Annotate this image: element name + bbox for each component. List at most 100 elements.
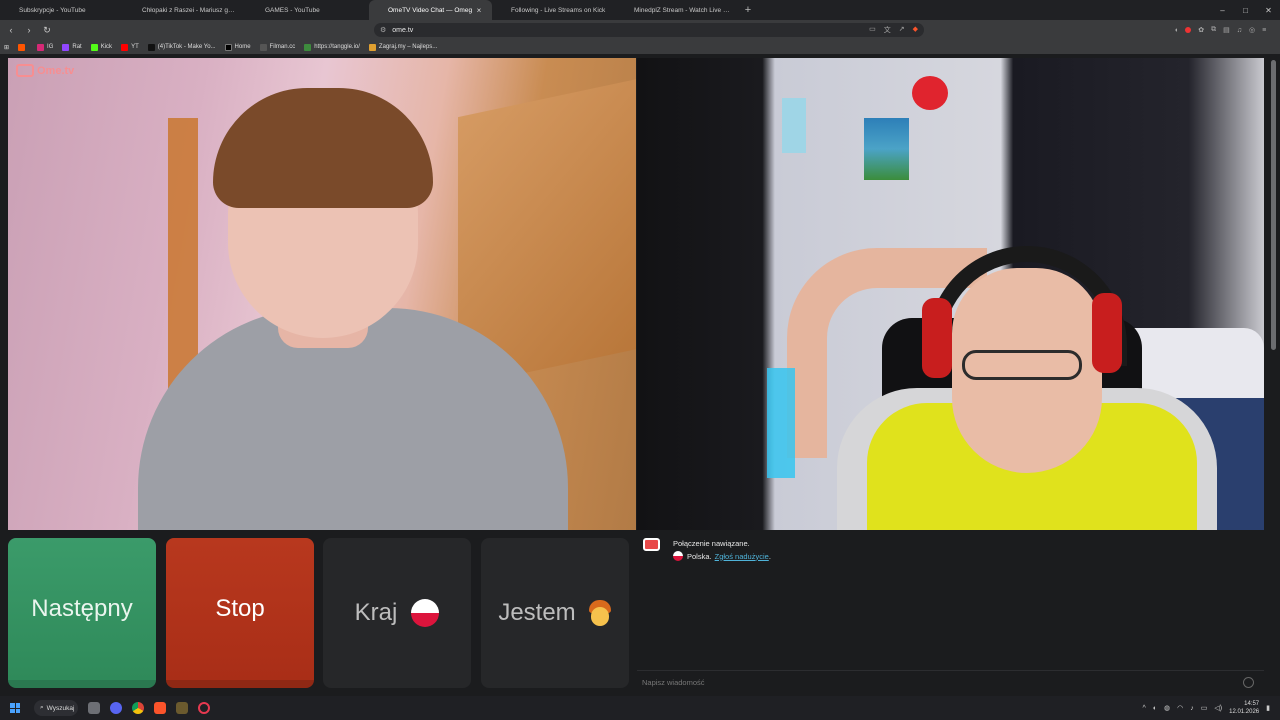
bookmark-label: YT bbox=[131, 44, 139, 50]
url-field[interactable]: ⚙ ome.tv ▭ 文 ↗ ◆ bbox=[374, 23, 924, 37]
network-icon[interactable]: ◍ bbox=[1164, 704, 1170, 712]
tab-2[interactable]: GAMES - YouTube bbox=[246, 0, 369, 20]
report-suffix: . bbox=[768, 551, 771, 561]
system-tray: ^ ◐ ◍ ◠ ♪ ▭ ◁) 14:57 12.01.2026 ▮ bbox=[1143, 700, 1280, 716]
stranger-country: Polska. bbox=[687, 551, 712, 561]
site-info-icon[interactable]: ⚙ bbox=[380, 26, 386, 34]
close-tab-icon[interactable]: × bbox=[474, 6, 484, 15]
youtube-icon bbox=[131, 7, 138, 14]
stop-label: Stop bbox=[215, 595, 265, 622]
record-icon[interactable] bbox=[1185, 27, 1192, 33]
task-view-icon[interactable] bbox=[88, 702, 100, 714]
bookmark-kick[interactable]: Kick bbox=[90, 43, 113, 51]
chrome-icon[interactable] bbox=[132, 702, 144, 714]
report-abuse-link[interactable]: Zgłoś nadużycie bbox=[715, 552, 769, 561]
message-input[interactable]: Napisz wiadomość bbox=[637, 670, 1264, 694]
glasses bbox=[962, 350, 1082, 380]
microphone-icon[interactable]: ♪ bbox=[1190, 705, 1194, 712]
vpn-icon[interactable]: ◎ bbox=[1249, 26, 1255, 34]
back-icon[interactable]: ‹ bbox=[4, 25, 18, 35]
tab-label: Subskrypcje - YouTube bbox=[19, 6, 86, 14]
tab-label: Following - Live Streams on Kick bbox=[511, 6, 606, 14]
taskbar-clock[interactable]: 14:57 12.01.2026 bbox=[1229, 700, 1259, 716]
omnibox-actions: ▭ 文 ↗ ◆ bbox=[869, 25, 918, 35]
poster-rooster bbox=[782, 98, 806, 153]
led-light bbox=[767, 368, 795, 478]
ometv-chat-icon bbox=[643, 538, 660, 551]
youtube-icon bbox=[121, 43, 129, 51]
bookmark-label: (4)TikTok - Make Yo... bbox=[157, 44, 216, 50]
stop-button[interactable]: Stop bbox=[166, 538, 314, 688]
next-button[interactable]: Następny bbox=[8, 538, 156, 688]
bookmark-label: Zagraj.my – Najleps... bbox=[378, 44, 438, 50]
bookmark-label: Kick bbox=[100, 44, 113, 50]
headset-ear-left bbox=[922, 298, 952, 378]
monitor-icon[interactable]: ▭ bbox=[1201, 704, 1208, 712]
sidebar-icon[interactable]: ▤ bbox=[1223, 26, 1230, 34]
x-icon bbox=[224, 43, 232, 51]
country-button[interactable]: Kraj bbox=[323, 538, 471, 688]
tab-label: MinedplZ Stream - Watch Live on bbox=[634, 6, 730, 14]
clock-time: 14:57 bbox=[1244, 701, 1260, 707]
puzzle-icon[interactable]: ⧉ bbox=[1211, 26, 1216, 34]
brave-icon[interactable] bbox=[154, 702, 166, 714]
tray-expand-icon[interactable]: ^ bbox=[1143, 705, 1146, 712]
taskbar-search[interactable]: ⌕ Wyszukaj bbox=[34, 700, 78, 716]
tab-5[interactable]: MinedplZ Stream - Watch Live on bbox=[615, 0, 738, 20]
bookmark-rat[interactable]: Rat bbox=[62, 43, 82, 51]
cast-icon[interactable]: ▭ bbox=[869, 25, 876, 35]
share-icon[interactable]: ↗ bbox=[899, 25, 905, 35]
gender-button[interactable]: Jestem bbox=[481, 538, 629, 688]
clock-date: 12.01.2026 bbox=[1229, 709, 1260, 715]
windows-start-icon[interactable] bbox=[10, 703, 20, 713]
bookmark-yt[interactable]: YT bbox=[121, 43, 139, 51]
tab-1[interactable]: Chłopaki z Raszei - Mariusz gardzi p bbox=[123, 0, 246, 20]
minimize-icon[interactable]: – bbox=[1211, 6, 1234, 15]
tab-label: GAMES - YouTube bbox=[265, 6, 320, 14]
extension-icon[interactable]: ✿ bbox=[1198, 26, 1204, 34]
bookmark-zagraj[interactable]: Zagraj.my – Najleps... bbox=[368, 43, 438, 51]
url-text: ome.tv bbox=[392, 26, 414, 34]
translate-icon[interactable]: 文 bbox=[884, 25, 891, 35]
maximize-icon[interactable]: □ bbox=[1234, 6, 1257, 15]
bookmark-icon bbox=[18, 43, 26, 51]
volume-icon[interactable]: ◁) bbox=[1214, 704, 1222, 712]
tab-3[interactable]: OmeTV Video Chat — Omeg × bbox=[369, 0, 492, 20]
discord-icon[interactable] bbox=[110, 702, 122, 714]
tab-0[interactable]: Subskrypcje - YouTube bbox=[0, 0, 123, 20]
zagraj-icon bbox=[368, 43, 376, 51]
page-scrollbar[interactable] bbox=[1271, 60, 1276, 350]
opera-gx-icon[interactable] bbox=[198, 702, 210, 714]
search-icon: ⌕ bbox=[40, 704, 44, 711]
minecraft-launcher-icon[interactable] bbox=[176, 702, 188, 714]
audio-icon[interactable]: ◖ bbox=[1174, 27, 1178, 34]
emoji-picker-icon[interactable] bbox=[1243, 677, 1254, 688]
youtube-icon bbox=[8, 7, 15, 14]
bookmark-ig[interactable]: IG bbox=[37, 43, 53, 51]
new-tab-icon[interactable]: + bbox=[738, 4, 758, 16]
menu-icon[interactable]: ≡ bbox=[1262, 27, 1266, 34]
tab-label: Chłopaki z Raszei - Mariusz gardzi p bbox=[142, 6, 238, 14]
headphones-icon[interactable]: ◠ bbox=[1177, 704, 1183, 712]
bookmark-filman[interactable]: Filman.cc bbox=[259, 43, 296, 51]
tab-4[interactable]: Following - Live Streams on Kick bbox=[492, 0, 615, 20]
local-video: Ome.tv bbox=[8, 58, 636, 530]
reload-icon[interactable]: ↻ bbox=[40, 25, 54, 36]
forward-icon[interactable]: › bbox=[22, 25, 36, 35]
bookmark-home[interactable]: Home bbox=[224, 43, 251, 51]
person-hair bbox=[213, 88, 433, 208]
youtube-icon bbox=[254, 7, 261, 14]
gender-label: Jestem bbox=[498, 599, 576, 626]
steam-icon[interactable]: ◐ bbox=[1153, 705, 1157, 712]
brave-shield-icon[interactable]: ◆ bbox=[913, 25, 918, 35]
bookmark-tanggle[interactable]: https://tanggle.io/ bbox=[304, 43, 360, 51]
bookmark-label: Filman.cc bbox=[269, 44, 296, 50]
media-icon[interactable]: ♫ bbox=[1237, 27, 1242, 34]
bookmark-0[interactable] bbox=[18, 43, 28, 51]
bookmark-tiktok[interactable]: (4)TikTok - Make Yo... bbox=[147, 43, 216, 51]
close-window-icon[interactable]: ✕ bbox=[1257, 6, 1280, 15]
apps-icon[interactable]: ⊞ bbox=[4, 44, 9, 51]
notifications-icon[interactable]: ▮ bbox=[1266, 704, 1270, 712]
remote-video bbox=[637, 58, 1264, 530]
instagram-icon bbox=[37, 43, 45, 51]
